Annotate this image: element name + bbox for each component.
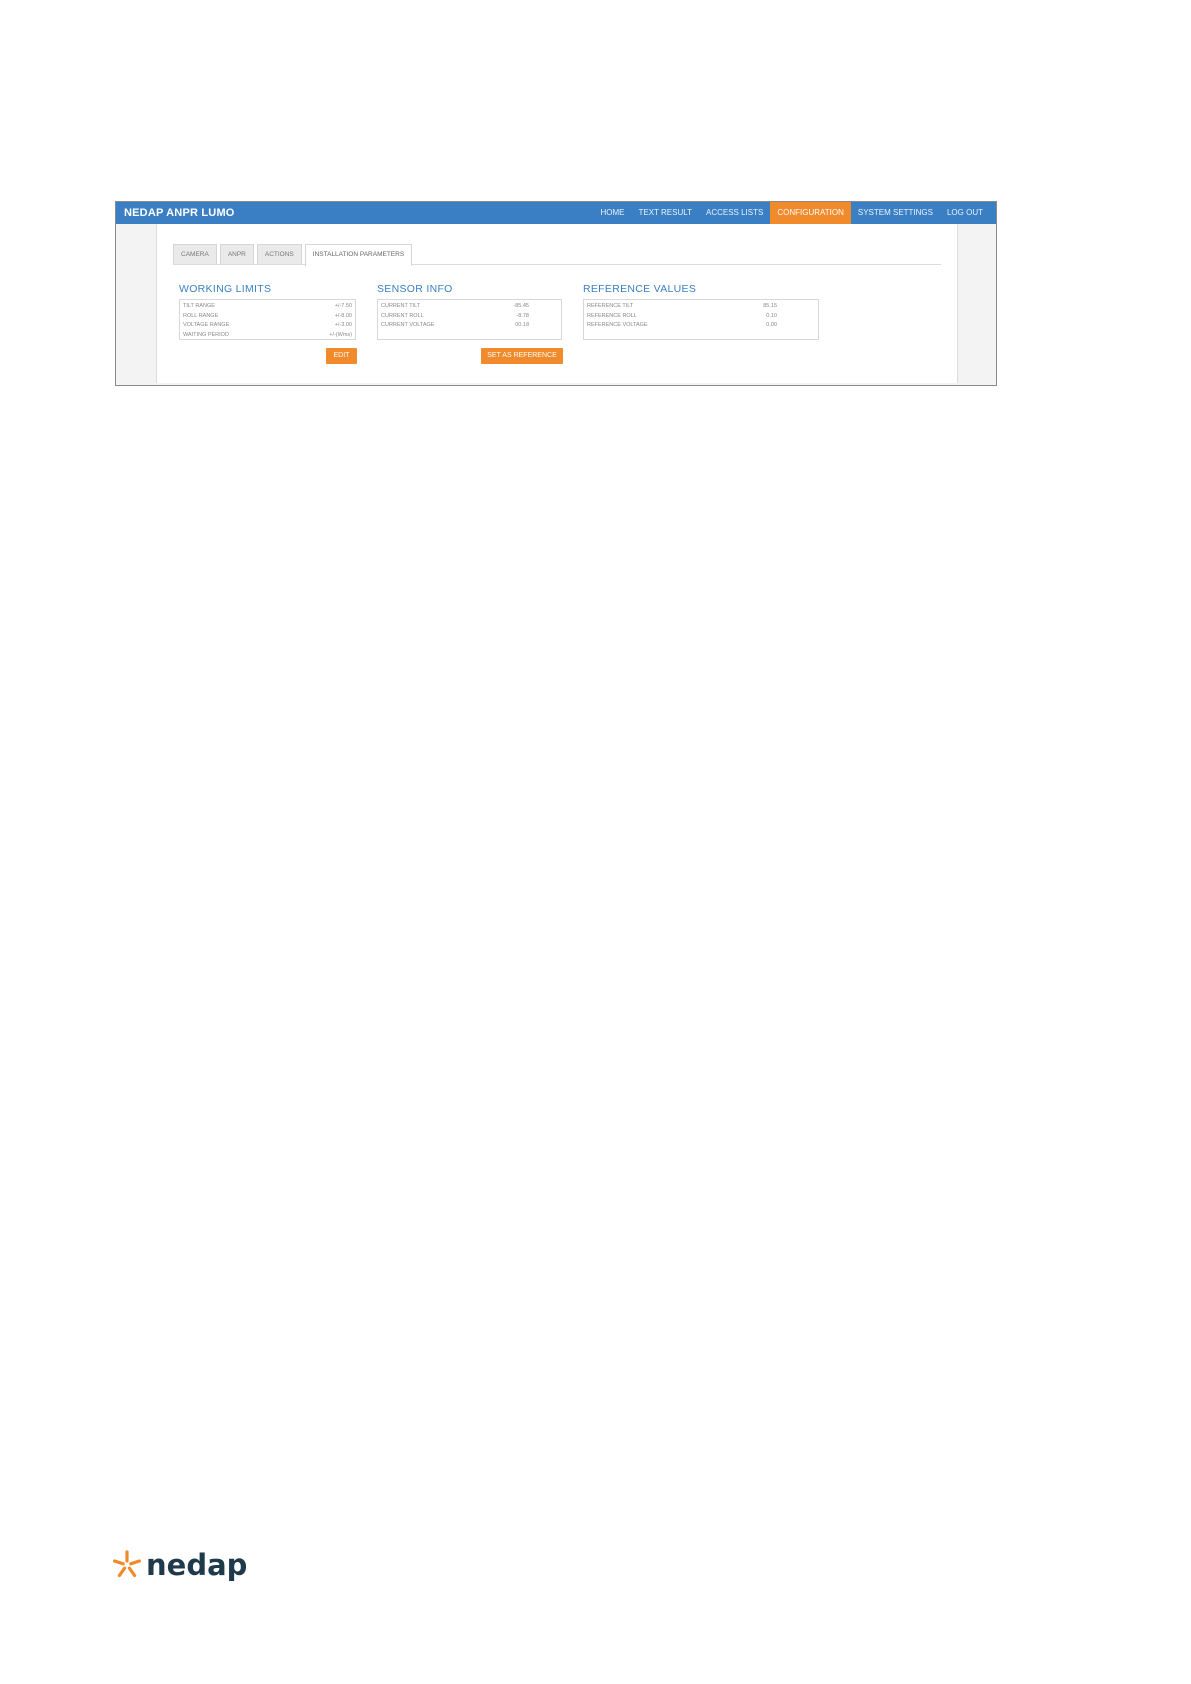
row-label: REFERENCE TILT bbox=[587, 303, 634, 309]
working-limits-title: WORKING LIMITS bbox=[179, 283, 272, 295]
nav-home[interactable]: HOME bbox=[593, 202, 631, 224]
row-label: ROLL RANGE bbox=[183, 312, 219, 319]
working-limits-section: WORKING LIMITS TILT RANGE +/-7.50 ROLL R… bbox=[179, 283, 356, 340]
reference-values-box: REFERENCE TILT 85.15 REFERENCE ROLL 0.10… bbox=[583, 299, 819, 340]
main-nav: HOME TEXT RESULT ACCESS LISTS CONFIGURAT… bbox=[593, 202, 990, 224]
row-value: -85.45 bbox=[513, 303, 529, 309]
nav-configuration[interactable]: CONFIGURATION bbox=[770, 202, 851, 224]
row-value: +/-7.50 bbox=[334, 303, 352, 309]
nav-text-result[interactable]: TEXT RESULT bbox=[631, 202, 699, 224]
brand-title: NEDAP ANPR LUMO bbox=[124, 207, 235, 219]
table-row: VOLTAGE RANGE +/-3.00 bbox=[183, 321, 352, 331]
row-label: VOLTAGE RANGE bbox=[183, 322, 230, 328]
working-limits-box: TILT RANGE +/-7.50 ROLL RANGE +/-8.00 VO… bbox=[179, 299, 356, 340]
table-row: WAITING PERIOD +/-(Wms) bbox=[183, 331, 352, 341]
row-value: 85.15 bbox=[763, 303, 777, 309]
nav-system-settings[interactable]: SYSTEM SETTINGS bbox=[851, 202, 940, 224]
row-value: +/-3.00 bbox=[334, 322, 352, 328]
sensor-info-box: CURRENT TILT -85.45 CURRENT ROLL -8.78 C… bbox=[377, 299, 562, 340]
tab-actions[interactable]: ACTIONS bbox=[256, 244, 302, 264]
sensor-info-title: SENSOR INFO bbox=[377, 283, 453, 295]
config-tabs: CAMERA ANPR ACTIONS INSTALLATION PARAMET… bbox=[173, 244, 941, 266]
tab-camera[interactable]: CAMERA bbox=[173, 244, 217, 264]
row-label: WAITING PERIOD bbox=[183, 331, 229, 338]
table-row: CURRENT VOLTAGE 00.18 bbox=[381, 321, 529, 331]
row-label: CURRENT VOLTAGE bbox=[381, 322, 435, 328]
nav-access-lists[interactable]: ACCESS LISTS bbox=[699, 202, 770, 224]
table-row: CURRENT ROLL -8.78 bbox=[381, 312, 529, 322]
content-panel: CAMERA ANPR ACTIONS INSTALLATION PARAMET… bbox=[156, 224, 958, 383]
table-row: ROLL RANGE +/-8.00 bbox=[183, 312, 352, 322]
reference-values-section: REFERENCE VALUES REFERENCE TILT 85.15 RE… bbox=[583, 283, 819, 340]
set-as-reference-button[interactable]: SET AS REFERENCE bbox=[481, 348, 563, 364]
row-value: 0.00 bbox=[766, 322, 777, 328]
nedap-wordmark: nedap bbox=[146, 1548, 247, 1582]
table-row: TILT RANGE +/-7.50 bbox=[183, 302, 352, 312]
table-row: REFERENCE TILT 85.15 bbox=[587, 302, 777, 312]
table-row: REFERENCE VOLTAGE 0.00 bbox=[587, 321, 777, 331]
edit-button[interactable]: EDIT bbox=[326, 348, 357, 364]
row-value: 00.18 bbox=[515, 322, 529, 328]
tab-installation-parameters[interactable]: INSTALLATION PARAMETERS bbox=[304, 244, 413, 266]
row-label: TILT RANGE bbox=[183, 303, 215, 309]
row-value: 0.10 bbox=[766, 312, 777, 319]
row-label: CURRENT ROLL bbox=[381, 312, 424, 319]
reference-values-title: REFERENCE VALUES bbox=[583, 283, 697, 295]
row-value: +/-(Wms) bbox=[329, 331, 352, 338]
tab-anpr[interactable]: ANPR bbox=[219, 244, 254, 264]
row-value: -8.78 bbox=[516, 312, 529, 319]
table-row: REFERENCE ROLL 0.10 bbox=[587, 312, 777, 322]
row-label: REFERENCE ROLL bbox=[587, 312, 637, 319]
screenshot-frame: NEDAP ANPR LUMO HOME TEXT RESULT ACCESS … bbox=[115, 201, 997, 386]
table-row: CURRENT TILT -85.45 bbox=[381, 302, 529, 312]
row-value: +/-8.00 bbox=[334, 312, 352, 319]
nav-log-out[interactable]: LOG OUT bbox=[940, 202, 990, 224]
top-navbar: NEDAP ANPR LUMO HOME TEXT RESULT ACCESS … bbox=[116, 202, 996, 224]
row-label: CURRENT TILT bbox=[381, 303, 421, 309]
row-label: REFERENCE VOLTAGE bbox=[587, 322, 648, 328]
sensor-info-section: SENSOR INFO CURRENT TILT -85.45 CURRENT … bbox=[377, 283, 562, 340]
nedap-star-icon bbox=[113, 1550, 141, 1578]
nedap-logo: nedap bbox=[113, 1548, 247, 1582]
